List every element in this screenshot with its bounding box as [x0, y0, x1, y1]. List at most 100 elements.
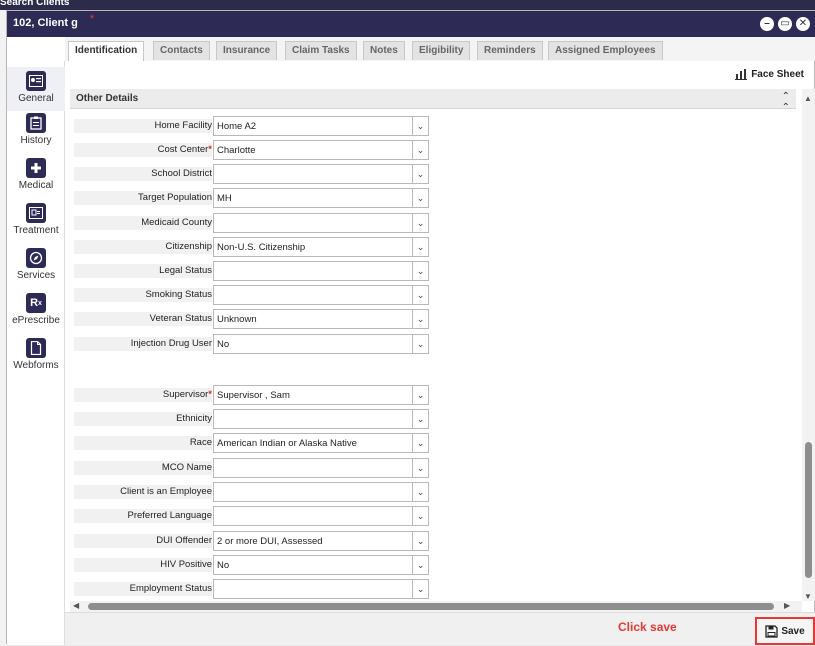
form-row: HIV Positive No ⌄: [74, 554, 494, 576]
chevron-down-icon[interactable]: ⌄: [412, 335, 428, 353]
scroll-down-icon[interactable]: ▼: [804, 592, 812, 601]
select-value: 2 or more DUI, Assessed: [217, 536, 323, 547]
scroll-up-icon[interactable]: ▲: [804, 94, 812, 103]
sidebar-item-treatment[interactable]: Treatment: [7, 203, 65, 236]
chevron-down-icon[interactable]: ⌄: [412, 189, 428, 207]
close-icon[interactable]: ✕: [796, 17, 810, 31]
chevron-down-icon[interactable]: ⌄: [412, 483, 428, 501]
form-row: Client is an Employee ⌄: [74, 481, 494, 503]
face-sheet-button[interactable]: Face Sheet: [735, 69, 804, 80]
tab-contacts[interactable]: Contacts: [153, 41, 210, 60]
preferred-language-select[interactable]: ⌄: [213, 506, 429, 526]
form-row: DUI Offender 2 or more DUI, Assessed ⌄: [74, 530, 494, 552]
sidebar-item-services[interactable]: Services: [7, 248, 65, 281]
chevron-down-icon[interactable]: ⌄: [412, 386, 428, 404]
tab-notes[interactable]: Notes: [363, 41, 405, 60]
background-app-title: Search Clients: [0, 0, 70, 8]
chevron-down-icon[interactable]: ⌄: [412, 238, 428, 256]
sidebar-item-medical[interactable]: Medical: [7, 158, 65, 191]
sidebar-item-history[interactable]: History: [7, 113, 65, 146]
sidebar-item-label: General: [18, 93, 54, 104]
field-label: Employment Status: [129, 583, 212, 594]
section-title: Other Details: [76, 93, 139, 104]
chevron-down-icon[interactable]: ⌄: [412, 165, 428, 183]
supervisor-select[interactable]: Supervisor , Sam ⌄: [213, 385, 429, 405]
chevron-down-icon[interactable]: ⌄: [412, 410, 428, 428]
field-label: Injection Drug User: [130, 338, 212, 349]
sidebar-item-label: Treatment: [13, 225, 59, 236]
veteran-status-select[interactable]: Unknown ⌄: [213, 309, 429, 329]
tab-eligibility[interactable]: Eligibility: [412, 41, 471, 60]
ethnicity-select[interactable]: ⌄: [213, 409, 429, 429]
form-row: Citizenship Non-U.S. Citizenship ⌄: [74, 236, 494, 258]
chevron-down-icon[interactable]: ⌄: [412, 434, 428, 452]
chevron-down-icon[interactable]: ⌄: [412, 286, 428, 304]
select-value: Supervisor , Sam: [217, 390, 290, 401]
tab-identification[interactable]: Identification: [68, 41, 145, 61]
field-label: Legal Status: [159, 265, 212, 276]
sidebar-item-general[interactable]: General: [7, 67, 65, 111]
vertical-scroll-thumb[interactable]: [805, 442, 812, 578]
field-label: Supervisor*: [162, 389, 212, 400]
medicaid-county-select[interactable]: ⌄: [213, 213, 429, 233]
sidebar-item-eprescribe[interactable]: Rx ePrescribe: [7, 293, 65, 326]
horizontal-scroll-thumb[interactable]: [88, 603, 774, 610]
scroll-right-icon[interactable]: ▶: [784, 601, 790, 610]
chevron-down-icon[interactable]: ⌄: [412, 117, 428, 135]
minimize-icon[interactable]: –: [760, 17, 774, 31]
sidebar-item-label: Services: [16, 270, 56, 281]
tab-assigned-employees[interactable]: Assigned Employees: [548, 41, 663, 60]
cost-center-select[interactable]: Charlotte ⌄: [213, 140, 429, 160]
race-select[interactable]: American Indian or Alaska Native ⌄: [213, 433, 429, 453]
horizontal-scrollbar[interactable]: ◀ ▶: [70, 601, 802, 612]
save-button[interactable]: Save: [755, 617, 815, 645]
chevron-down-icon[interactable]: ⌄: [412, 580, 428, 598]
chevron-down-icon[interactable]: ⌄: [412, 507, 428, 525]
form-row: Medicaid County ⌄: [74, 212, 494, 234]
face-sheet-label: Face Sheet: [751, 69, 804, 80]
chevron-down-icon[interactable]: ⌄: [412, 459, 428, 477]
form-row: School District ⌄: [74, 163, 494, 185]
form-row: Ethnicity ⌄: [74, 408, 494, 430]
injection-drug-user-select[interactable]: No ⌄: [213, 334, 429, 354]
field-label: HIV Positive: [160, 559, 212, 570]
legal-status-select[interactable]: ⌄: [213, 261, 429, 281]
chevron-down-icon[interactable]: ⌄: [412, 532, 428, 550]
click-save-annotation: Click save: [618, 620, 677, 634]
school-district-select[interactable]: ⌄: [213, 164, 429, 184]
tab-insurance[interactable]: Insurance: [216, 41, 278, 60]
form-row: Home Facility Home A2 ⌄: [74, 115, 494, 137]
maximize-icon[interactable]: ▭: [778, 17, 792, 31]
client-is-employee-select[interactable]: ⌄: [213, 482, 429, 502]
tab-reminders[interactable]: Reminders: [477, 41, 543, 60]
chevron-down-icon[interactable]: ⌄: [412, 262, 428, 280]
mco-name-select[interactable]: ⌄: [213, 458, 429, 478]
select-value: Home A2: [217, 121, 257, 132]
form-row: Injection Drug User No ⌄: [74, 333, 494, 355]
select-value: American Indian or Alaska Native: [217, 438, 357, 449]
select-value: Non-U.S. Citizenship: [217, 242, 306, 253]
field-label: MCO Name: [161, 462, 212, 473]
chevron-down-icon[interactable]: ⌄: [412, 214, 428, 232]
chevron-down-icon[interactable]: ⌄: [412, 141, 428, 159]
home-facility-select[interactable]: Home A2 ⌄: [213, 116, 429, 136]
select-value: Unknown: [217, 314, 257, 325]
select-value: MH: [217, 193, 232, 204]
citizenship-select[interactable]: Non-U.S. Citizenship ⌄: [213, 237, 429, 257]
chevron-down-icon[interactable]: ⌄: [412, 556, 428, 574]
tab-claim-tasks[interactable]: Claim Tasks: [285, 41, 357, 60]
chevron-down-icon[interactable]: ⌄: [412, 310, 428, 328]
tab-bar: Identification Contacts Insurance Claim …: [65, 37, 815, 61]
smoking-status-select[interactable]: ⌄: [213, 285, 429, 305]
employment-status-select[interactable]: ⌄: [213, 579, 429, 599]
vertical-scrollbar[interactable]: ▲ ▼: [802, 89, 815, 601]
hiv-positive-select[interactable]: No ⌄: [213, 555, 429, 575]
required-marker: *: [208, 144, 212, 155]
sidebar-item-webforms[interactable]: Webforms: [7, 338, 65, 371]
target-population-select[interactable]: MH ⌄: [213, 188, 429, 208]
dui-offender-select[interactable]: 2 or more DUI, Assessed ⌄: [213, 531, 429, 551]
bar-chart-icon: [735, 69, 748, 80]
field-label: School District: [151, 168, 212, 179]
field-label: Client is an Employee: [120, 486, 212, 497]
scroll-left-icon[interactable]: ◀: [73, 601, 79, 610]
